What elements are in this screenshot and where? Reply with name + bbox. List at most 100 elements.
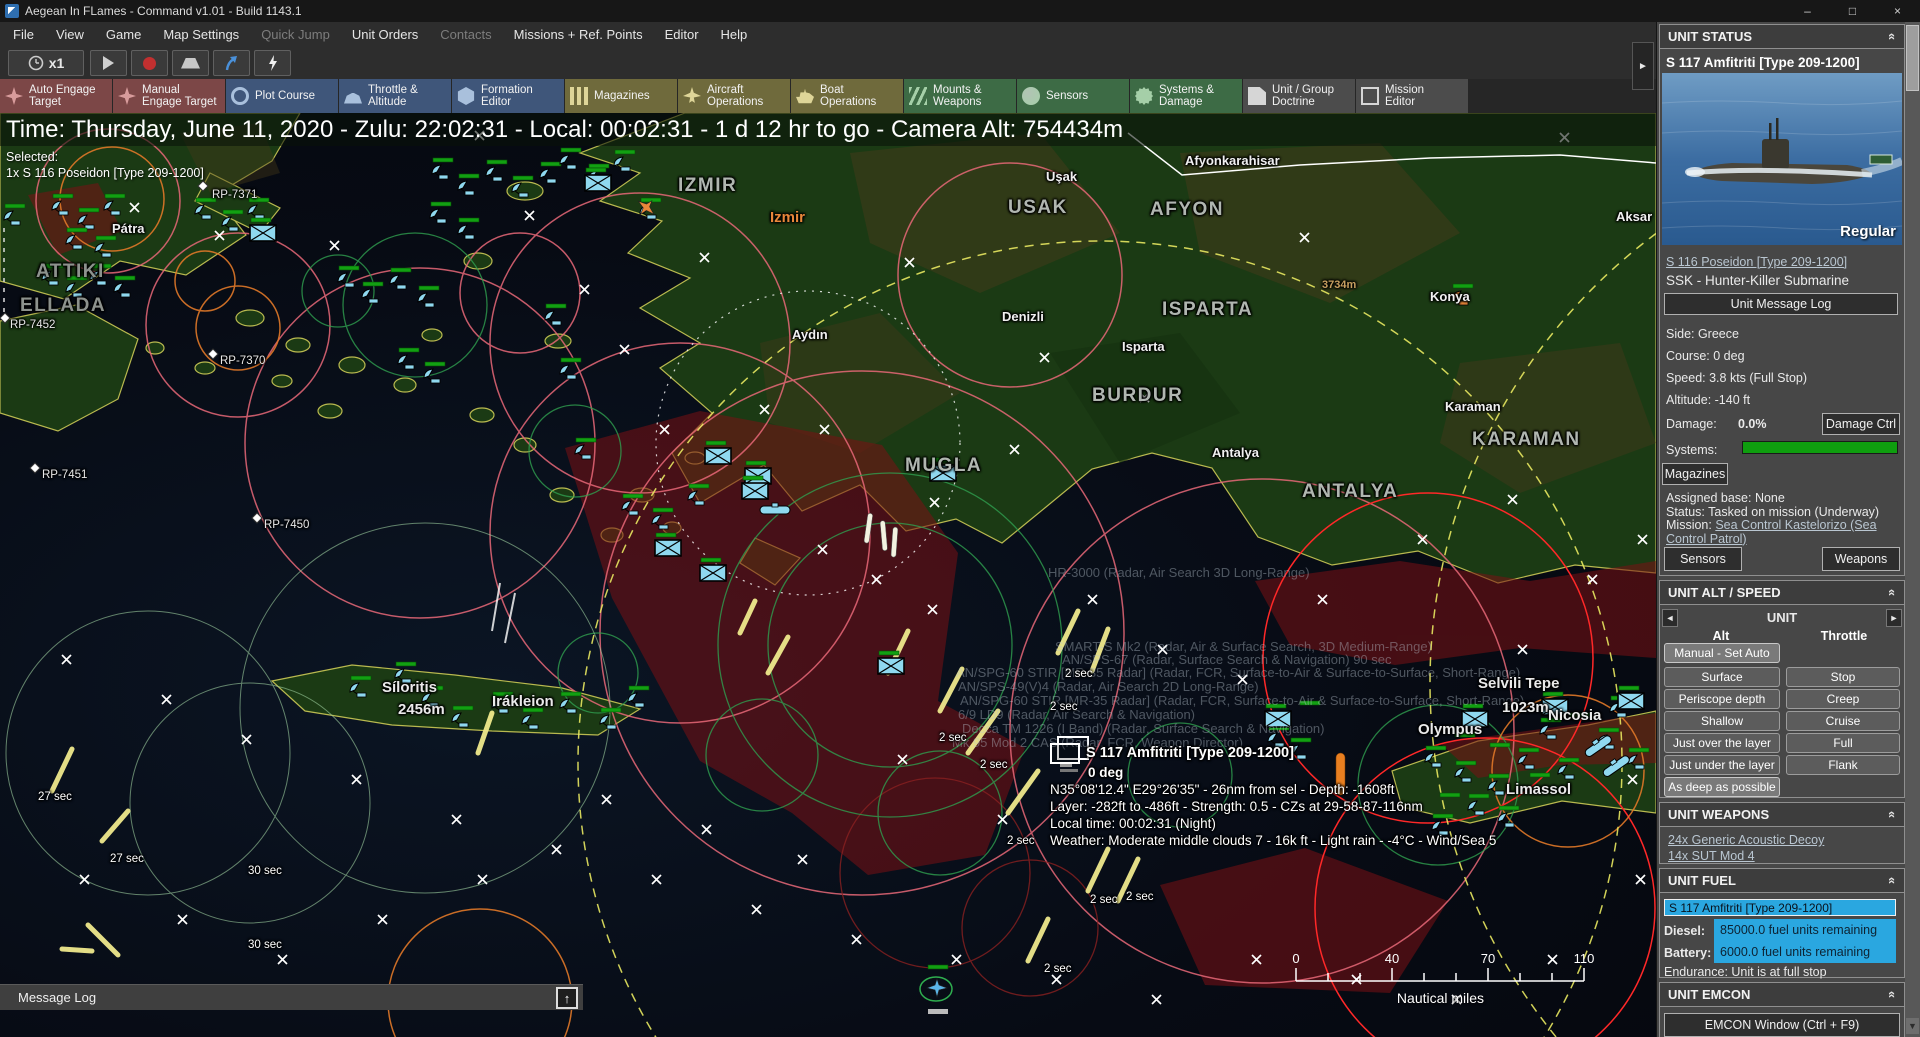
- throttle-full-button[interactable]: Full: [1786, 733, 1900, 753]
- record-button[interactable]: [131, 50, 168, 76]
- panel-scrollbar[interactable]: ▼: [1905, 22, 1920, 1037]
- menu-game[interactable]: Game: [95, 23, 152, 46]
- fuel-unit-selector[interactable]: S 117 Amfitriti [Type 209-1200]: [1664, 899, 1896, 916]
- unit-message-log-button[interactable]: Unit Message Log: [1664, 293, 1898, 315]
- unit-status-section: UNIT STATUS « S 117 Amfitriti [Type 209-…: [1659, 24, 1905, 576]
- title-bar: Aegean In FLames - Command v1.01 - Build…: [0, 0, 1920, 22]
- menu-help[interactable]: Help: [710, 23, 759, 46]
- unit-class-link[interactable]: S 116 Poseidon [Type 209-1200]: [1666, 255, 1847, 269]
- damage-ctrl-button[interactable]: Damage Ctrl: [1822, 413, 1900, 435]
- throttle-cruise-button[interactable]: Cruise: [1786, 711, 1900, 731]
- map-label: Pátra: [112, 221, 145, 236]
- maximize-icon[interactable]: □: [1830, 0, 1875, 22]
- close-icon[interactable]: ×: [1875, 0, 1920, 22]
- plot-course-label: Plot Course: [255, 90, 315, 103]
- weapons-button[interactable]: Weapons: [1822, 547, 1900, 571]
- unit-fuel-header[interactable]: UNIT FUEL «: [1660, 869, 1904, 893]
- manual-set-auto-button[interactable]: Manual - Set Auto: [1664, 643, 1780, 663]
- quick-toolbar: x1: [0, 47, 1656, 79]
- menu-quick-jump[interactable]: Quick Jump: [250, 23, 341, 46]
- mission-editor-label: MissionEditor: [1385, 84, 1424, 109]
- throttle-altitude-button[interactable]: Throttle &Altitude: [339, 79, 451, 113]
- tooltip-line: Local time: 00:02:31 (Night): [1050, 815, 1496, 832]
- unit-next-button[interactable]: ►: [1886, 609, 1902, 627]
- map-label: Konya: [1430, 289, 1470, 304]
- alt-as-deep-as-possible-button[interactable]: As deep as possible: [1664, 777, 1780, 797]
- map-viewport[interactable]: HR-3000 (Radar, Air Search 3D Long-Range…: [0, 113, 1656, 1037]
- unit-emcon-header[interactable]: UNIT EMCON «: [1660, 983, 1904, 1007]
- map-label: BURDUR: [1092, 385, 1183, 407]
- systems-damage-label: Systems &Damage: [1159, 84, 1214, 109]
- jump-pointer-button[interactable]: [213, 50, 250, 76]
- collapse-chevron-icon[interactable]: «: [1885, 589, 1900, 596]
- map-label: RP-7371: [212, 189, 257, 201]
- auto-engage-target-button[interactable]: Auto EngageTarget: [0, 79, 112, 113]
- map-label: 2456m: [398, 701, 445, 718]
- menu-view[interactable]: View: [45, 23, 95, 46]
- collapse-chevron-icon[interactable]: «: [1885, 33, 1900, 40]
- map-label: Afyonkarahisar: [1185, 153, 1280, 168]
- throttle-creep-button[interactable]: Creep: [1786, 689, 1900, 709]
- alt-periscope-depth-button[interactable]: Periscope depth: [1664, 689, 1780, 709]
- weapon-link[interactable]: 14x SUT Mod 4: [1668, 849, 1755, 863]
- map-scalebar: 04070110 Nautical miles: [1288, 951, 1593, 1006]
- alt-shallow-button[interactable]: Shallow: [1664, 711, 1780, 731]
- mission-editor-button[interactable]: MissionEditor: [1356, 79, 1468, 113]
- emcon-window-button[interactable]: EMCON Window (Ctrl + F9): [1664, 1013, 1900, 1037]
- alt-just-over-the-layer-button[interactable]: Just over the layer: [1664, 733, 1780, 753]
- unit-group-doctrine-label: Unit / GroupDoctrine: [1272, 84, 1334, 109]
- message-log-expand-button[interactable]: ↑: [556, 987, 578, 1009]
- sensors-button[interactable]: Sensors: [1017, 79, 1129, 113]
- unit-status-header[interactable]: UNIT STATUS «: [1660, 25, 1904, 49]
- unit-alt-speed-header[interactable]: UNIT ALT / SPEED «: [1660, 581, 1904, 605]
- aircraft-operations-label: AircraftOperations: [707, 84, 763, 109]
- manual-engage-target-button[interactable]: ManualEngage Target: [113, 79, 225, 113]
- menu-unit-orders[interactable]: Unit Orders: [341, 23, 429, 46]
- sensors-button[interactable]: Sensors: [1664, 547, 1742, 571]
- map-label: 27 sec: [38, 791, 72, 803]
- menu-map-settings[interactable]: Map Settings: [152, 23, 250, 46]
- systems-damage-button[interactable]: Systems &Damage: [1130, 79, 1242, 113]
- scrollbar-down-arrow[interactable]: ▼: [1906, 1018, 1919, 1034]
- battery-value: 6000.0 fuel units remaining: [1714, 941, 1896, 963]
- side-tab-expand[interactable]: ►: [1632, 42, 1654, 90]
- unit-group-doctrine-button[interactable]: Unit / GroupDoctrine: [1243, 79, 1355, 113]
- play-button[interactable]: [90, 50, 127, 76]
- map-label: 2 sec: [1126, 891, 1154, 903]
- unit-weapons-header[interactable]: UNIT WEAPONS «: [1660, 803, 1904, 827]
- boat-operations-button[interactable]: BoatOperations: [791, 79, 903, 113]
- map-label: 3734m: [1322, 279, 1356, 291]
- side-field: Side: Greece: [1666, 327, 1739, 341]
- minimize-icon[interactable]: –: [1785, 0, 1830, 22]
- formation-editor-button[interactable]: FormationEditor: [452, 79, 564, 113]
- map-label: Nicosia: [1548, 707, 1601, 724]
- sim-speed-button[interactable]: x1: [8, 50, 84, 76]
- alt-surface-button[interactable]: Surface: [1664, 667, 1780, 687]
- menu-file[interactable]: File: [2, 23, 45, 46]
- scalebar-caption: Nautical miles: [1288, 990, 1593, 1006]
- collapse-chevron-icon[interactable]: «: [1885, 811, 1900, 818]
- magazines-button[interactable]: Magazines: [1662, 463, 1728, 485]
- message-log-bar[interactable]: Message Log ↑: [0, 984, 583, 1010]
- menu-missions-ref-points[interactable]: Missions + Ref. Points: [503, 23, 654, 46]
- mounts-weapons-button[interactable]: Mounts &Weapons: [904, 79, 1016, 113]
- throttle-flank-button[interactable]: Flank: [1786, 755, 1900, 775]
- map-label: 2 sec: [1065, 668, 1093, 680]
- alt-column-header: Alt: [1660, 629, 1782, 643]
- alt-just-under-the-layer-button[interactable]: Just under the layer: [1664, 755, 1780, 775]
- systems-health-bar: [1742, 441, 1898, 454]
- systems-label: Systems:: [1666, 443, 1717, 457]
- throttle-stop-button[interactable]: Stop: [1786, 667, 1900, 687]
- aircraft-operations-button[interactable]: AircraftOperations: [678, 79, 790, 113]
- weapon-link[interactable]: 24x Generic Acoustic Decoy: [1668, 833, 1824, 847]
- range-symbol-button[interactable]: [172, 50, 209, 76]
- lightning-button[interactable]: [254, 50, 291, 76]
- plot-course-button[interactable]: Plot Course: [226, 79, 338, 113]
- menu-editor[interactable]: Editor: [654, 23, 710, 46]
- collapse-chevron-icon[interactable]: «: [1885, 877, 1900, 884]
- collapse-chevron-icon[interactable]: «: [1885, 991, 1900, 998]
- scrollbar-thumb[interactable]: [1906, 25, 1919, 91]
- unit-name: S 117 Amfitriti [Type 209-1200]: [1666, 55, 1860, 70]
- menu-contacts[interactable]: Contacts: [429, 23, 502, 46]
- magazines-button[interactable]: Magazines: [565, 79, 677, 113]
